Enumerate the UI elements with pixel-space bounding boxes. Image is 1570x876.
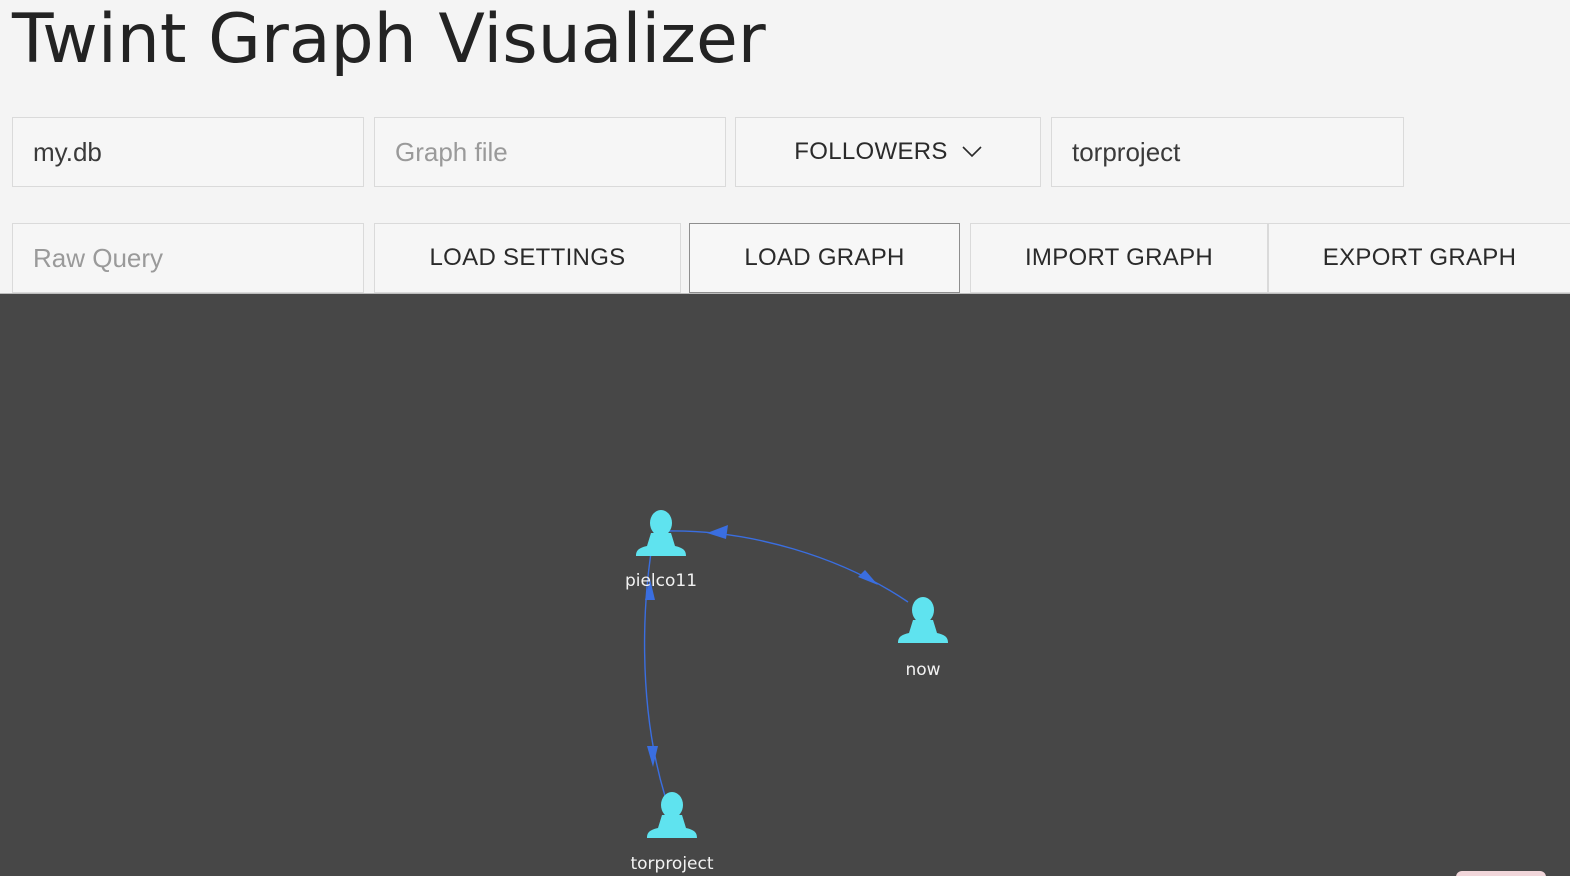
relation-select[interactable]: FOLLOWERS (735, 117, 1041, 187)
database-input[interactable] (12, 117, 364, 187)
graph-canvas[interactable]: pielco11 now torproject (0, 293, 1570, 876)
graph-svg: pielco11 now torproject (625, 510, 948, 874)
graph-node-now[interactable]: now (898, 597, 948, 680)
load-graph-button[interactable]: LOAD GRAPH (689, 223, 960, 293)
export-graph-button[interactable]: EXPORT GRAPH (1268, 223, 1570, 293)
node-label-now: now (905, 660, 940, 680)
chevron-down-icon (962, 146, 982, 158)
raw-query-input[interactable] (12, 223, 364, 293)
node-label-torproject: torproject (630, 854, 713, 874)
load-settings-button[interactable]: LOAD SETTINGS (374, 223, 681, 293)
graph-node-pielco11[interactable]: pielco11 (625, 510, 697, 591)
edge-pielco11-now[interactable] (667, 530, 909, 603)
graph-node-torproject[interactable]: torproject (630, 792, 714, 874)
edge-arrow-to-pielco11 (707, 525, 728, 539)
user-icon (647, 792, 697, 838)
page-title: Twint Graph Visualizer (12, 0, 766, 79)
relation-select-value: FOLLOWERS (794, 138, 948, 165)
app-window: Twint Graph Visualizer FOLLOWERS LOAD SE… (0, 0, 1570, 876)
graph-file-input[interactable] (374, 117, 726, 187)
node-label-pielco11: pielco11 (625, 571, 697, 591)
user-icon (898, 597, 948, 643)
import-graph-button[interactable]: IMPORT GRAPH (970, 223, 1268, 293)
username-input[interactable] (1051, 117, 1404, 187)
user-icon (636, 510, 686, 556)
corner-tab[interactable] (1456, 871, 1546, 876)
edge-arrow-to-now (858, 570, 878, 585)
